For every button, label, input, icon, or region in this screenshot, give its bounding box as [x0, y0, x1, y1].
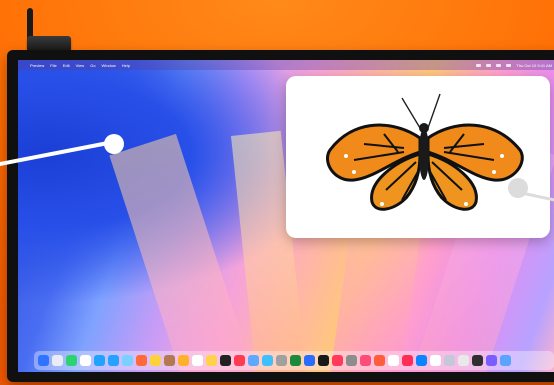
- dock-app-icon[interactable]: [66, 355, 77, 366]
- dock-app-icon[interactable]: [360, 355, 371, 366]
- menu-item-window[interactable]: Window: [102, 63, 116, 68]
- butterfly-image: [326, 93, 524, 211]
- dock-app-icon[interactable]: [136, 355, 147, 366]
- image-preview-card: [286, 76, 550, 238]
- dock-app-icon[interactable]: [276, 355, 287, 366]
- callout-dot-left: [104, 134, 124, 154]
- menu-item-view[interactable]: View: [76, 63, 85, 68]
- wifi-icon[interactable]: [496, 63, 502, 67]
- dock-app-icon[interactable]: [150, 355, 161, 366]
- menu-clock[interactable]: Thu Oct 10 9:41 AM: [516, 63, 552, 68]
- dock-app-icon[interactable]: [234, 355, 245, 366]
- dock-app-icon[interactable]: [80, 355, 91, 366]
- dock-app-icon[interactable]: [164, 355, 175, 366]
- menu-item-help[interactable]: Help: [122, 63, 130, 68]
- dock-app-icon[interactable]: [444, 355, 455, 366]
- menu-bar: Preview File Edit View Go Window Help Th…: [18, 60, 554, 70]
- dock-app-icon[interactable]: [206, 355, 217, 366]
- dock-app-icon[interactable]: [304, 355, 315, 366]
- dock-app-icon[interactable]: [416, 355, 427, 366]
- dock-app-icon[interactable]: [472, 355, 483, 366]
- battery-icon[interactable]: [506, 63, 512, 67]
- dock-app-icon[interactable]: [402, 355, 413, 366]
- dock-app-icon[interactable]: [430, 355, 441, 366]
- menu-item-edit[interactable]: Edit: [63, 63, 70, 68]
- menu-item-file[interactable]: File: [50, 63, 56, 68]
- dock-app-icon[interactable]: [108, 355, 119, 366]
- dock-app-icon[interactable]: [332, 355, 343, 366]
- menu-item-app[interactable]: Preview: [30, 63, 44, 68]
- status-icon[interactable]: [486, 63, 492, 67]
- dock-app-icon[interactable]: [94, 355, 105, 366]
- dock-app-icon[interactable]: [318, 355, 329, 366]
- dock-app-icon[interactable]: [458, 355, 469, 366]
- dock-app-icon[interactable]: [248, 355, 259, 366]
- callout-dot-right: [508, 178, 528, 198]
- dock-app-icon[interactable]: [262, 355, 273, 366]
- status-icon[interactable]: [476, 63, 482, 67]
- dock-app-icon[interactable]: [52, 355, 63, 366]
- menu-item-go[interactable]: Go: [90, 63, 95, 68]
- dock-app-icon[interactable]: [192, 355, 203, 366]
- dock-app-icon[interactable]: [38, 355, 49, 366]
- dock-app-icon[interactable]: [388, 355, 399, 366]
- dock: [34, 351, 554, 370]
- dock-app-icon[interactable]: [374, 355, 385, 366]
- dock-app-icon[interactable]: [346, 355, 357, 366]
- dock-app-icon[interactable]: [290, 355, 301, 366]
- dock-app-icon[interactable]: [500, 355, 511, 366]
- dock-app-icon[interactable]: [122, 355, 133, 366]
- dock-app-icon[interactable]: [486, 355, 497, 366]
- dock-app-icon[interactable]: [220, 355, 231, 366]
- dock-app-icon[interactable]: [178, 355, 189, 366]
- status-area: Thu Oct 10 9:41 AM: [476, 63, 554, 68]
